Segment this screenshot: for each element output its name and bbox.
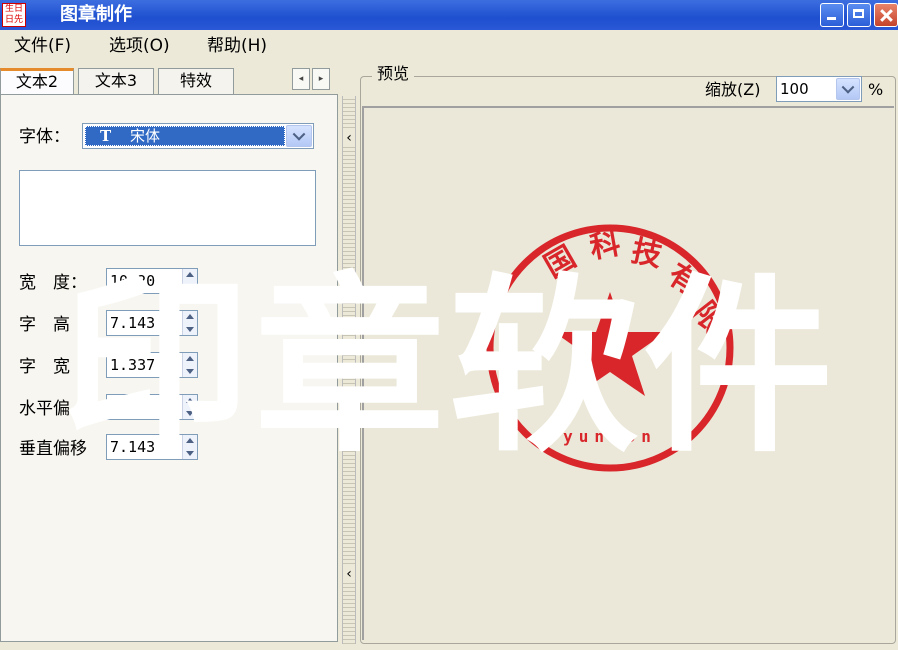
app-icon: 生日日先 bbox=[2, 3, 26, 27]
tab-scroll-right-button[interactable]: ▸ bbox=[312, 68, 330, 90]
font-name: 宋体 bbox=[130, 127, 161, 145]
menu-bar: 文件(F) 选项(O) 帮助(H) bbox=[0, 31, 898, 61]
menu-help[interactable]: 帮助(H) bbox=[207, 35, 267, 57]
width-label: 宽 度： bbox=[19, 273, 87, 293]
maximize-button[interactable] bbox=[847, 3, 871, 27]
menu-options[interactable]: 选项(O) bbox=[109, 35, 170, 57]
stamp-char: 科 bbox=[587, 226, 623, 266]
close-icon bbox=[875, 4, 897, 26]
updown-arrows-icon[interactable] bbox=[182, 311, 197, 335]
panel-splitter[interactable]: ‹ ‹ bbox=[342, 96, 356, 644]
zoom-label: 缩放(Z) bbox=[705, 80, 761, 99]
menu-file[interactable]: 文件(F) bbox=[14, 35, 71, 57]
maximize-icon bbox=[848, 4, 870, 26]
char-height-value: 7.143 bbox=[110, 314, 156, 332]
font-label: 字体： bbox=[19, 127, 70, 147]
stamp-bottom-text: yunlon bbox=[563, 427, 657, 446]
title-bar[interactable]: 生日日先 图章制作 bbox=[0, 0, 898, 30]
stamp-char: 限 bbox=[686, 295, 732, 340]
tab-scroll-left-button[interactable]: ◂ bbox=[292, 68, 310, 90]
preview-legend: 预览 bbox=[372, 63, 415, 85]
zoom-select[interactable]: 100 bbox=[776, 76, 862, 102]
vertical-offset-value: 7.143 bbox=[110, 438, 156, 456]
vertical-offset-label: 垂直偏移 bbox=[19, 439, 87, 459]
close-button[interactable] bbox=[874, 3, 898, 27]
stamp-text-input[interactable] bbox=[19, 170, 316, 246]
stamp-star bbox=[554, 292, 666, 396]
window-title: 图章制作 bbox=[60, 4, 132, 25]
minimize-icon bbox=[821, 4, 843, 26]
chevron-down-icon[interactable] bbox=[286, 125, 312, 147]
tab-text3[interactable]: 文本3 bbox=[78, 68, 154, 94]
stamp-char: 技 bbox=[628, 234, 665, 274]
chevron-down-icon[interactable] bbox=[836, 78, 860, 100]
char-width-spinner[interactable]: 1.337 bbox=[106, 352, 198, 378]
font-select[interactable]: T 宋体 bbox=[82, 123, 314, 149]
updown-arrows-icon[interactable] bbox=[182, 353, 197, 377]
zoom-unit: % bbox=[868, 80, 884, 99]
zoom-value: 100 bbox=[780, 80, 809, 98]
updown-arrows-icon[interactable] bbox=[182, 269, 197, 293]
collapse-left-icon[interactable]: ‹ bbox=[343, 566, 355, 582]
collapse-left-icon[interactable]: ‹ bbox=[343, 130, 355, 146]
width-spinner[interactable]: 10.20 bbox=[106, 268, 198, 294]
tab-effects[interactable]: 特效 bbox=[158, 68, 234, 94]
char-width-label: 字 宽 bbox=[19, 357, 70, 377]
minimize-button[interactable] bbox=[820, 3, 844, 27]
horizontal-offset-label: 水平偏 bbox=[19, 399, 70, 419]
vertical-offset-spinner[interactable]: 7.143 bbox=[106, 434, 198, 460]
updown-arrows-icon[interactable] bbox=[182, 435, 197, 459]
truetype-font-icon: T bbox=[100, 127, 112, 145]
horizontal-offset-spinner[interactable]: 0.5 bbox=[106, 394, 198, 420]
char-height-spinner[interactable]: 7.143 bbox=[106, 310, 198, 336]
updown-arrows-icon[interactable] bbox=[182, 395, 197, 419]
preview-canvas: 国 科 技 有 限 yunlon bbox=[362, 106, 894, 640]
horizontal-offset-value: 0.5 bbox=[110, 398, 138, 416]
stamp-seal: 国 科 技 有 限 yunlon bbox=[486, 224, 734, 472]
char-width-value: 1.337 bbox=[110, 356, 156, 374]
char-height-label: 字 高 bbox=[19, 315, 70, 335]
tab-text2[interactable]: 文本2 bbox=[0, 68, 74, 94]
font-selected-value: T 宋体 bbox=[85, 126, 285, 146]
width-value: 10.20 bbox=[110, 272, 156, 290]
